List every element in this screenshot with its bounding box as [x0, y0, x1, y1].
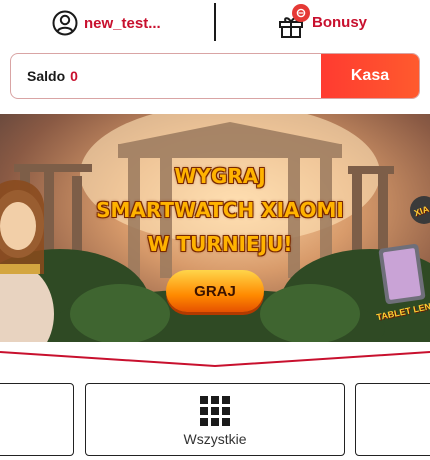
play-button[interactable]: GRAJ — [166, 270, 264, 312]
promo-banner[interactable]: WYGRAJ SMARTWATCH XIAOMI W TURNIEJU! XIA… — [0, 114, 430, 342]
grid-icon — [200, 396, 230, 426]
promo-headline-3: W TURNIEJU! — [147, 232, 293, 256]
user-account-link[interactable]: new_test... — [52, 9, 161, 37]
balance-value: 0 — [70, 68, 78, 84]
bonus-link[interactable]: Bonusy — [278, 4, 367, 40]
balance-bar: Saldo 0 Kasa — [10, 53, 420, 99]
category-tile-all[interactable]: Wszystkie — [85, 383, 345, 456]
promo-headline-1: WYGRAJ — [174, 164, 266, 188]
category-tile-next[interactable] — [355, 383, 430, 456]
promo-headline-2: SMARTWATCH XIAOMI — [96, 198, 344, 222]
balance-label: Saldo — [27, 68, 66, 84]
user-circle-icon — [52, 10, 78, 36]
bonus-label: Bonusy — [312, 13, 368, 31]
username: new_test... — [84, 14, 161, 32]
header-divider — [214, 3, 216, 41]
gift-icon-wrapper — [278, 4, 310, 39]
cashier-button[interactable]: Kasa — [321, 54, 419, 98]
coin-icon — [296, 8, 306, 18]
section-divider — [0, 351, 430, 368]
balance-info: Saldo 0 — [27, 54, 78, 98]
category-label-all: Wszystkie — [183, 431, 247, 447]
top-bar: new_test... Bonusy — [0, 0, 430, 46]
category-tile-previous[interactable] — [0, 383, 74, 456]
bonus-badge — [292, 4, 310, 22]
